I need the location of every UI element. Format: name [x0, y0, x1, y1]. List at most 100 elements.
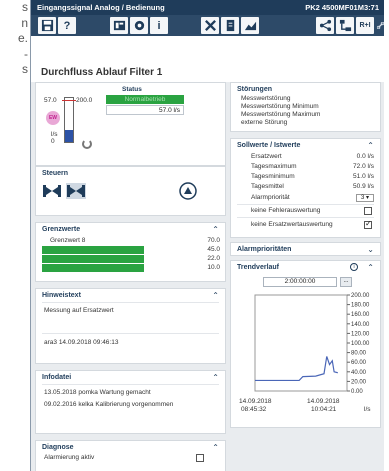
share-icon — [319, 19, 331, 32]
save-button[interactable] — [38, 17, 56, 34]
info-circle-icon[interactable]: i — [350, 263, 358, 271]
valve-icon — [43, 185, 61, 197]
value-text: 0.0 l/s — [356, 153, 374, 160]
value-text: 72.0 l/s — [353, 163, 374, 170]
alarmprioritaeten-panel[interactable]: Alarmprioritäten ⌄ — [230, 242, 381, 256]
maintenance-button[interactable] — [201, 17, 219, 34]
info-button[interactable]: i — [150, 17, 168, 34]
value-label: Tagesminimum — [251, 173, 295, 180]
interval-value: 2:00:00:00 — [284, 278, 316, 285]
hierarchy-icon — [339, 19, 351, 32]
background-text: s n e. - s — [0, 0, 28, 78]
limit-value: 10.0 — [207, 264, 220, 271]
manual-indicator-icon — [82, 139, 92, 149]
value-label: Tagesmaximum — [251, 163, 297, 170]
infodatei-panel: Infodatei ⌃ 13.05.2018 pomka Wartung gem… — [35, 370, 226, 434]
share-button[interactable] — [316, 17, 334, 34]
trend-title: Trendverlauf — [237, 264, 280, 271]
divider — [42, 302, 219, 303]
status-panel: Status Normalbetrieb 57.0 l/s 57.0 200.0… — [35, 82, 226, 166]
hierarchy-button[interactable] — [336, 17, 354, 34]
limit-row: Grenzwert 8 70.0 — [42, 237, 220, 245]
window-title: Eingangssignal Analog / Bedienung — [37, 3, 165, 12]
divider — [42, 333, 219, 334]
faceplate-icon — [113, 20, 125, 31]
bar-marker — [62, 100, 76, 101]
interval-more-button[interactable]: ... — [340, 277, 352, 287]
valve-auto-button[interactable] — [66, 183, 86, 199]
chevron-up-icon[interactable]: ⌃ — [212, 373, 219, 382]
bg-text-line: s — [22, 62, 28, 76]
alarmprioritaeten-title: Alarmprioritäten — [237, 246, 292, 253]
fault-item: Messwertstörung — [241, 95, 291, 102]
chevron-down-icon[interactable]: ⌄ — [367, 245, 374, 254]
bar-top-value: 57.0 — [44, 97, 57, 104]
divider — [42, 384, 219, 385]
no-fault-eval-checkbox[interactable] — [364, 207, 372, 215]
trend-chart: 200.00 180.00 160.00 140.00 120.00 100.00 80.0… — [254, 293, 370, 395]
chevron-up-icon[interactable]: ⌃ — [212, 291, 219, 300]
limit-label: Grenzwert 8 — [50, 255, 86, 262]
info-entry: 13.05.2018 pomka Wartung gemacht — [44, 389, 151, 396]
valve-open-button[interactable] — [42, 183, 62, 199]
y-tick-label: 120.00 — [351, 331, 370, 337]
y-tick-label: 20.00 — [351, 379, 367, 385]
trend-panel: Trendverlauf i ⌃ 2:00:00:00 ... 200.00 18… — [230, 260, 381, 428]
chevron-up-icon[interactable]: ⌃ — [367, 263, 374, 272]
bg-text-line: n — [21, 15, 28, 30]
fault-item: externe Störung — [241, 119, 288, 126]
end-date: 14.09.2018 — [307, 398, 340, 405]
y-tick-label: 140.00 — [351, 322, 370, 328]
settings-button[interactable] — [130, 17, 148, 34]
chevron-up-icon[interactable]: ⌃ — [367, 141, 374, 150]
faceplate-button[interactable] — [110, 17, 128, 34]
value-text: 50.9 l/s — [353, 183, 374, 190]
limit-label: Grenzwert 8 — [50, 264, 86, 271]
page-header: Durchfluss Ablauf Filter 1 — [31, 36, 384, 82]
chevron-up-icon[interactable]: ⌃ — [212, 443, 219, 452]
reset-button[interactable] — [178, 181, 198, 200]
info-icon: i — [157, 19, 161, 32]
help-icon: ? — [63, 19, 71, 32]
limit-value: 45.0 — [207, 246, 220, 253]
divider — [237, 217, 374, 218]
y-tick-label: 80.00 — [351, 351, 367, 357]
info-entry: 09.02.2016 kelka Kalibrierung vorgenomme… — [44, 401, 174, 408]
toolbar: ? i R+I — [31, 15, 384, 36]
status-badge-label: Normalbetrieb — [124, 96, 166, 103]
limit-value: 22.0 — [207, 255, 220, 262]
y-tick-label: 60.00 — [351, 360, 367, 366]
diagnose-panel: Diagnose ⌃ Alarmierung aktiv — [35, 440, 226, 471]
end-time: 10:04:21 — [311, 406, 337, 413]
steuern-panel: Steuern — [35, 166, 226, 216]
alarm-priority-select[interactable]: 3 ▾ — [356, 194, 374, 202]
value-label: Ersatzwert — [251, 153, 282, 160]
chevron-down-icon: ▾ — [364, 195, 370, 201]
start-date: 14.09.2018 — [239, 398, 272, 405]
checkmark-icon: ✓ — [365, 219, 372, 228]
document-icon — [226, 19, 234, 32]
y-tick-label: 0.00 — [351, 389, 363, 395]
interval-field[interactable]: 2:00:00:00 — [263, 277, 337, 287]
diagnose-checkbox[interactable] — [196, 454, 204, 462]
chevron-up-icon[interactable]: ⌃ — [212, 225, 219, 234]
page-title: Durchfluss Ablauf Filter 1 — [41, 67, 163, 78]
reset-icon — [179, 182, 197, 200]
grenzwerte-title: Grenzwerte — [42, 226, 81, 233]
help-button[interactable]: ? — [58, 17, 76, 34]
y-tick-label: 180.00 — [351, 303, 370, 309]
stoerungen-panel: Störungen Messwertstörung Messwertstörun… — [230, 82, 381, 132]
document-button[interactable] — [221, 17, 239, 34]
hinweistext-title: Hinweistext — [42, 292, 81, 299]
value-label: Tagesmittel — [251, 183, 284, 190]
trend-button[interactable] — [241, 17, 259, 34]
check-label: keine Ersatzwertauswertung — [251, 221, 333, 228]
rh-button[interactable]: R+I — [356, 17, 374, 34]
link-icon — [376, 21, 384, 30]
ew-label: EW — [48, 115, 58, 121]
no-substitute-eval-checkbox[interactable]: ✓ — [364, 219, 372, 229]
limit-value: 70.0 — [207, 237, 220, 244]
link-button[interactable] — [376, 17, 384, 34]
title-bar: Eingangssignal Analog / Bedienung PK2 45… — [31, 0, 384, 15]
y-tick-label: 200.00 — [351, 293, 370, 299]
